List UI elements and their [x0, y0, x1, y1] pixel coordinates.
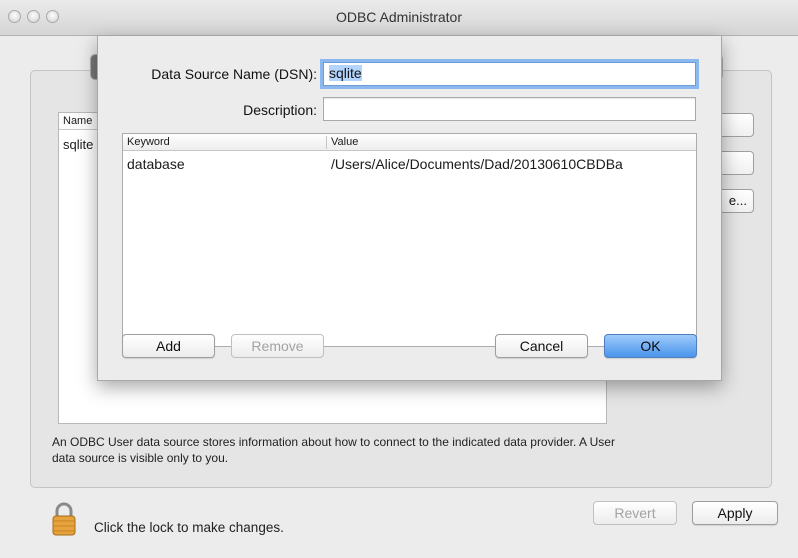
lock-message: Click the lock to make changes.: [94, 520, 284, 535]
lock-icon[interactable]: [51, 502, 77, 536]
table-row[interactable]: database /Users/Alice/Documents/Dad/2013…: [123, 156, 696, 176]
title-bar: ODBC Administrator: [0, 0, 798, 36]
dsn-field[interactable]: sqlite: [323, 62, 696, 86]
dsn-label: Data Source Name (DSN):: [151, 66, 317, 82]
column-header-value[interactable]: Value: [331, 134, 358, 150]
configure-dsn-label: e...: [728, 193, 747, 208]
column-header-keyword[interactable]: Keyword: [127, 134, 170, 150]
table-header: Keyword Value: [123, 134, 696, 151]
list-item[interactable]: sqlite: [63, 137, 93, 152]
dsn-value: sqlite: [329, 65, 362, 81]
dsn-config-sheet: Data Source Name (DSN): sqlite Descripti…: [97, 36, 722, 381]
apply-button[interactable]: Apply: [692, 501, 778, 525]
description-label: Description:: [243, 102, 317, 118]
keyword-cell[interactable]: database: [127, 156, 185, 172]
cancel-button[interactable]: Cancel: [495, 334, 588, 358]
description-field[interactable]: [323, 97, 696, 121]
keyword-value-table[interactable]: Keyword Value database /Users/Alice/Docu…: [122, 133, 697, 347]
remove-keyword-button[interactable]: Remove: [231, 334, 324, 358]
value-cell[interactable]: /Users/Alice/Documents/Dad/20130610CBDBa: [331, 156, 698, 172]
odbc-administrator-window: ODBC Administrator Name sqlite e... An O…: [0, 0, 798, 558]
revert-button[interactable]: Revert: [593, 501, 677, 525]
add-keyword-button[interactable]: Add: [122, 334, 215, 358]
window-title: ODBC Administrator: [335, 9, 463, 25]
column-divider: [326, 136, 327, 149]
info-text: An ODBC User data source stores informat…: [52, 435, 615, 465]
ok-button[interactable]: OK: [604, 334, 697, 358]
